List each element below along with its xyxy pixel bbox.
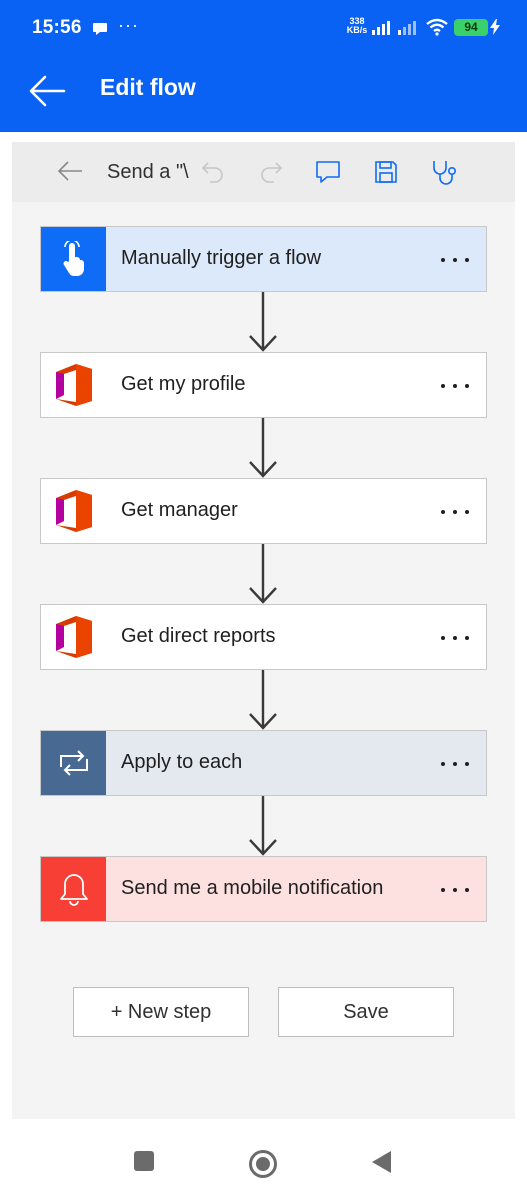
step-icon-box — [41, 857, 106, 921]
connector-arrow-icon — [249, 292, 277, 352]
system-nav-bar — [0, 1120, 527, 1200]
step-label: Send me a mobile notification — [121, 877, 384, 899]
more-options-icon[interactable] — [440, 761, 470, 767]
connector-arrow-icon — [249, 544, 277, 604]
touch-trigger-icon — [63, 241, 84, 276]
home-icon[interactable] — [248, 1149, 278, 1179]
step-card-get-my-profile[interactable]: Get my profile — [40, 352, 487, 418]
more-options-icon[interactable] — [440, 383, 470, 389]
step-icon-box — [41, 227, 106, 291]
step-card-mobile-notification[interactable]: Send me a mobile notification — [40, 856, 487, 922]
more-options-icon[interactable] — [440, 257, 470, 263]
status-time: 15:56 — [32, 17, 82, 38]
new-step-button[interactable]: + New step — [73, 987, 249, 1037]
back-arrow-icon[interactable] — [28, 74, 66, 108]
more-options-icon[interactable] — [440, 635, 470, 641]
step-icon-box — [41, 731, 106, 795]
signal-strength-2-icon — [398, 21, 416, 35]
charging-icon — [490, 19, 500, 35]
office-365-icon — [55, 616, 92, 658]
comment-icon[interactable] — [315, 159, 341, 185]
undo-icon[interactable] — [200, 159, 226, 185]
top-header: 15:56 ··· 338 KB/s 94 Edit flow — [0, 0, 527, 132]
flow-canvas: Send a "\ Manually trigger a flow Get my… — [12, 142, 515, 1119]
toolbar-back-icon[interactable] — [56, 159, 84, 183]
save-button[interactable]: Save — [278, 987, 454, 1037]
page-title: Edit flow — [100, 74, 196, 100]
back-nav-icon[interactable] — [370, 1150, 392, 1174]
battery-level: 94 — [454, 19, 488, 36]
net-speed: 338 KB/s — [343, 17, 371, 35]
more-options-icon[interactable] — [440, 509, 470, 515]
connector-arrow-icon — [249, 418, 277, 478]
more-options-icon[interactable] — [440, 887, 470, 893]
step-card-manual-trigger[interactable]: Manually trigger a flow — [40, 226, 487, 292]
app-bar: Edit flow — [0, 58, 527, 132]
step-label: Get my profile — [121, 373, 246, 395]
bell-icon — [59, 874, 88, 906]
step-label: Get direct reports — [121, 625, 276, 647]
net-speed-unit: KB/s — [346, 25, 368, 35]
designer-toolbar: Send a "\ — [12, 142, 515, 202]
office-365-icon — [55, 364, 92, 406]
connector-arrow-icon — [249, 796, 277, 856]
save-icon[interactable] — [373, 159, 399, 185]
status-more-icon: ··· — [118, 15, 139, 35]
flow-checker-icon[interactable] — [430, 159, 458, 187]
step-label: Manually trigger a flow — [121, 247, 322, 269]
loop-icon — [59, 750, 88, 776]
signal-strength-icon — [372, 21, 390, 35]
step-icon-box — [41, 479, 106, 543]
step-label: Apply to each — [121, 751, 243, 773]
redo-icon[interactable] — [258, 159, 284, 185]
wifi-icon — [426, 18, 448, 36]
step-card-get-direct-reports[interactable]: Get direct reports — [40, 604, 487, 670]
step-card-apply-to-each[interactable]: Apply to each — [40, 730, 487, 796]
recent-apps-icon[interactable] — [133, 1150, 155, 1172]
step-card-get-manager[interactable]: Get manager — [40, 478, 487, 544]
status-bar: 15:56 ··· 338 KB/s 94 — [0, 0, 527, 58]
connector-arrow-icon — [249, 670, 277, 730]
chat-notification-icon — [93, 23, 107, 35]
step-icon-box — [41, 605, 106, 669]
step-label: Get manager — [121, 499, 238, 521]
step-icon-box — [41, 353, 106, 417]
office-365-icon — [55, 490, 92, 532]
flow-name: Send a "\ — [107, 161, 189, 183]
